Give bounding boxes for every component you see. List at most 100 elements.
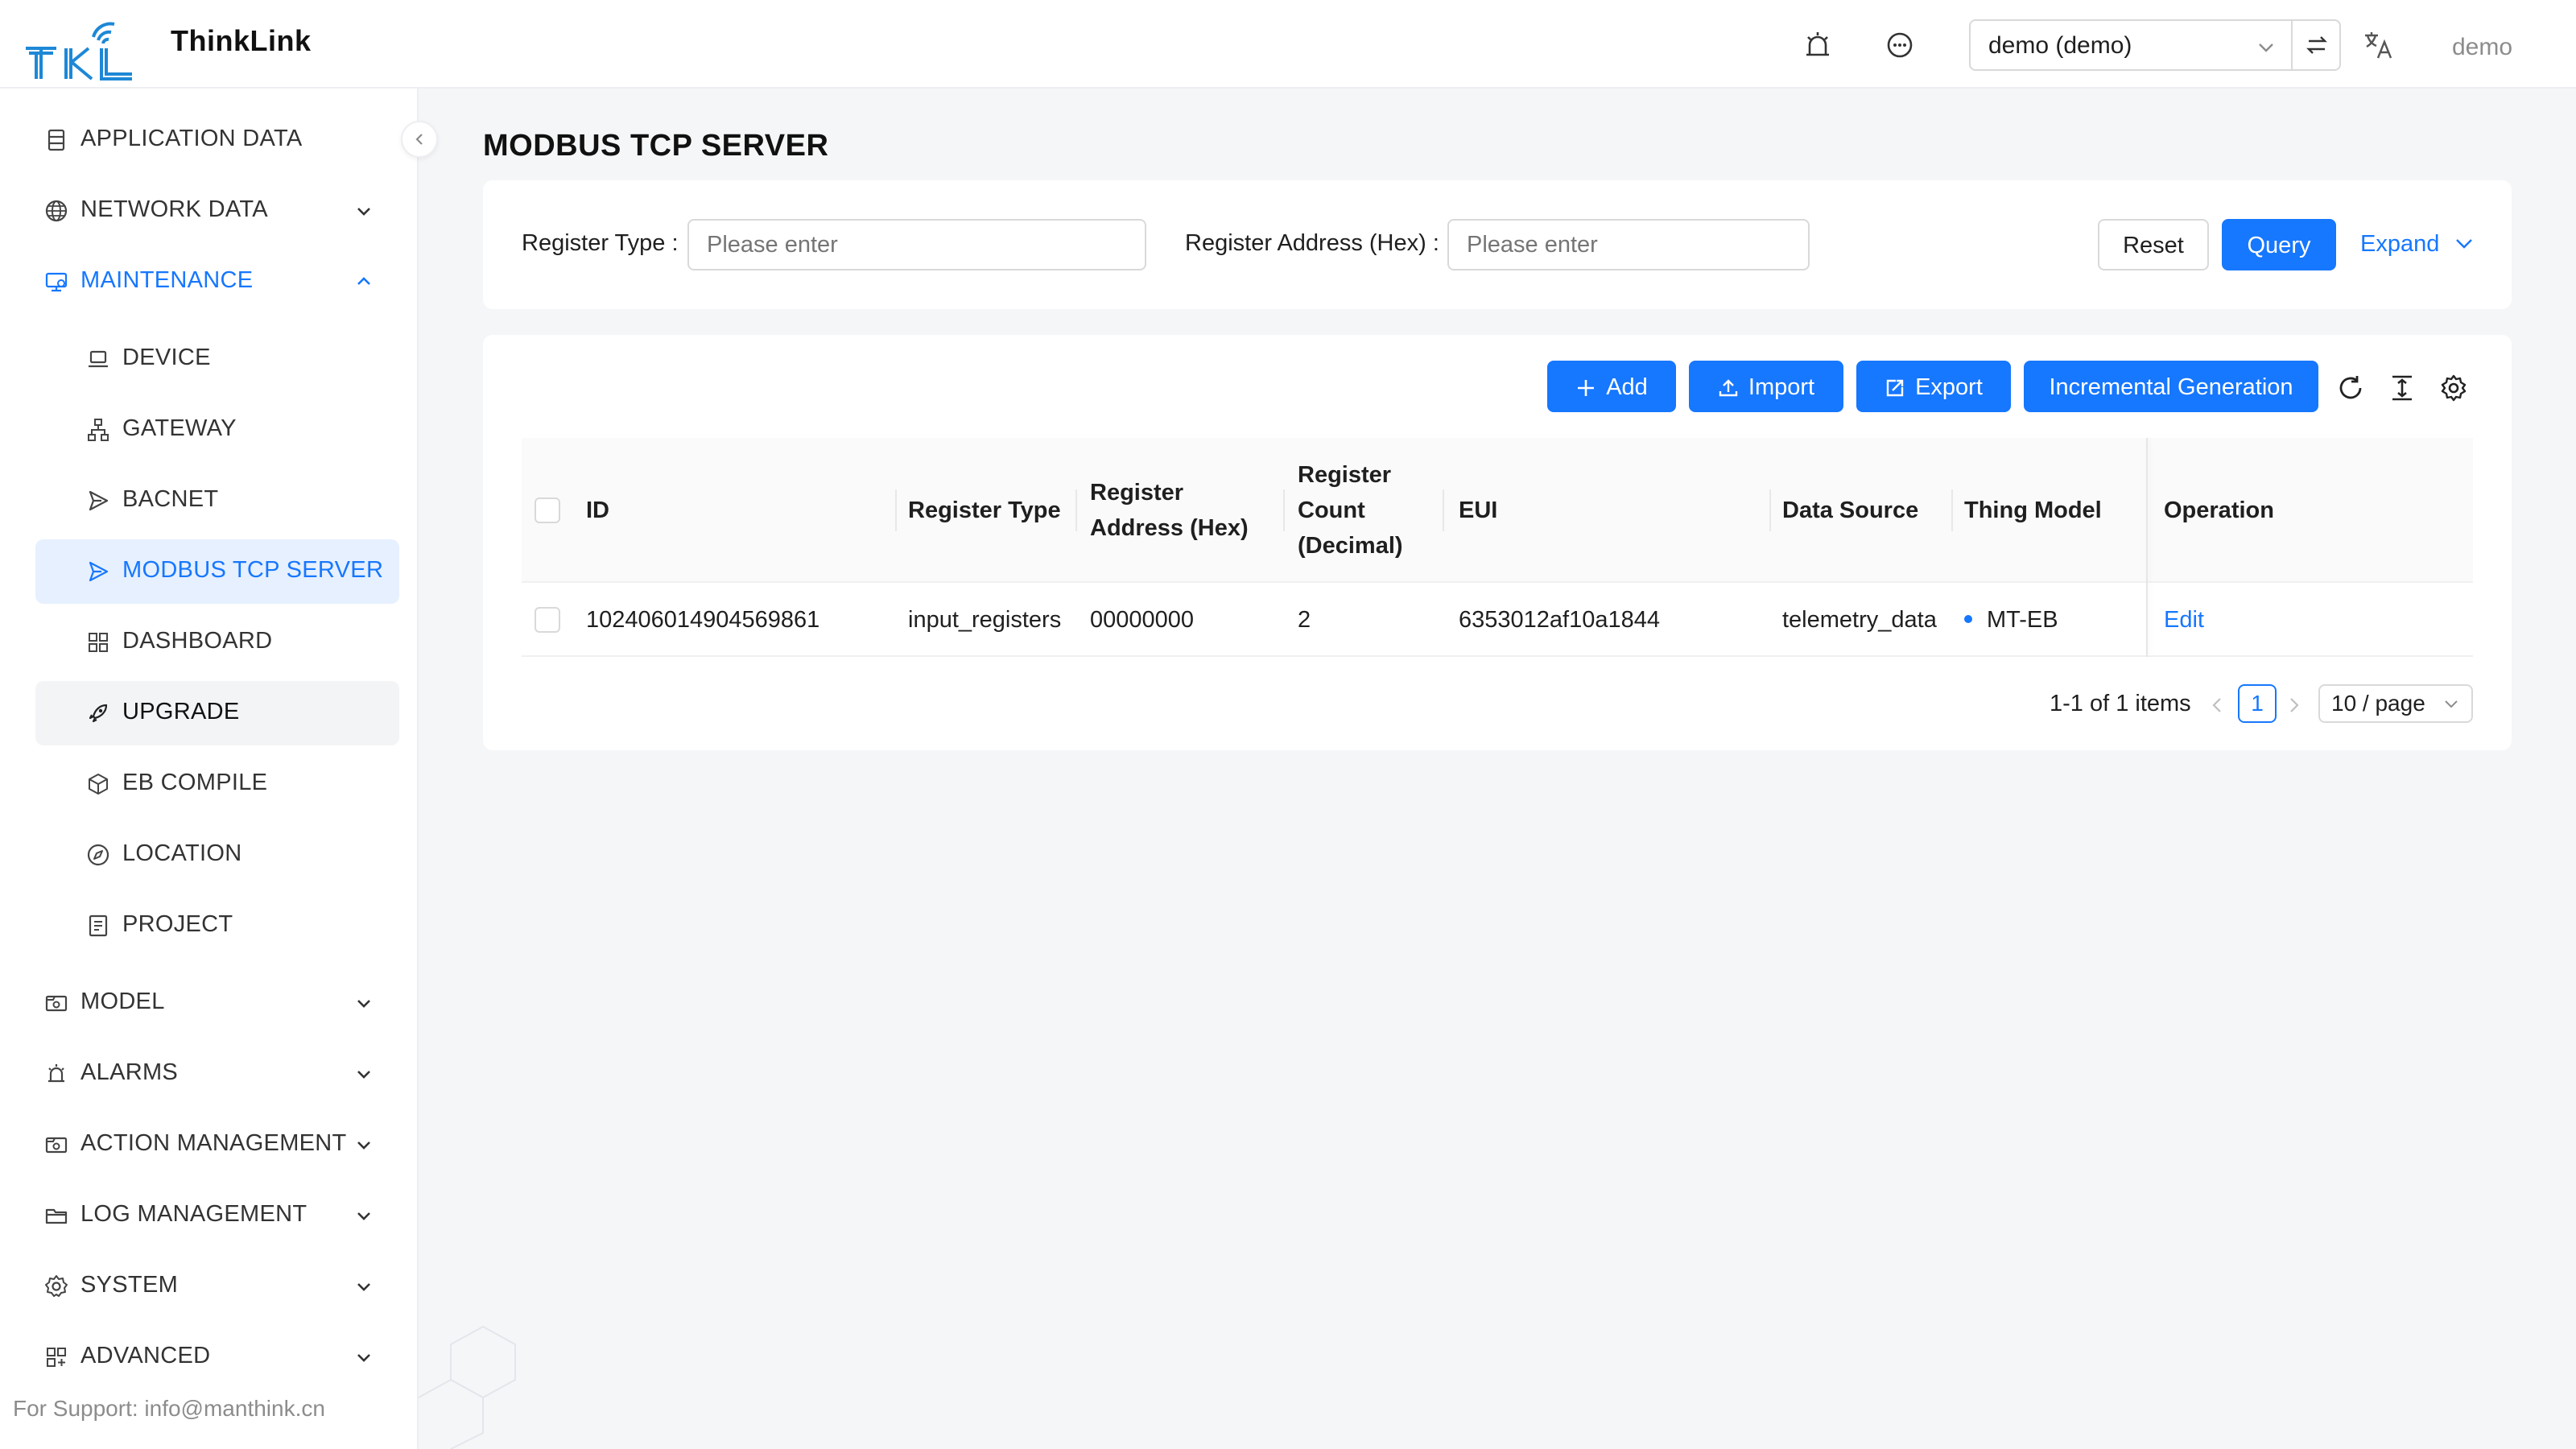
- expand-button[interactable]: Expand: [2360, 219, 2497, 270]
- fixed-column-divider: [2146, 438, 2148, 583]
- switch-tenant-button[interactable]: [2291, 19, 2341, 71]
- sidebar-item-modbus-tcp-server[interactable]: MODBUS TCP SERVER: [35, 539, 399, 604]
- sidebar-item-advanced[interactable]: ADVANCED: [35, 1325, 399, 1389]
- action-icon: [45, 1137, 68, 1154]
- sidebar-item-label: MAINTENANCE: [80, 267, 254, 293]
- chevron-down-icon: [357, 1000, 370, 1008]
- plus-icon: [1578, 380, 1595, 396]
- chevron-down-icon: [357, 208, 370, 216]
- collapse-sidebar-button[interactable]: [401, 121, 438, 158]
- table-row: 102406014904569861 input_registers 00000…: [522, 583, 2473, 657]
- sidebar-item-label: UPGRADE: [122, 699, 240, 724]
- sidebar-item-label: ALARMS: [80, 1059, 179, 1085]
- cell-eui: 6353012af10a1844: [1459, 607, 1660, 633]
- sidebar-item-alarms[interactable]: ALARMS: [35, 1042, 399, 1106]
- sidebar-item-dashboard[interactable]: DASHBOARD: [35, 610, 399, 675]
- prev-page-icon[interactable]: [2206, 694, 2228, 716]
- cell-data-source: telemetry_data: [1782, 607, 1937, 633]
- background-decoration: [419, 1325, 516, 1449]
- cell-register-type: input_registers: [908, 607, 1062, 633]
- sidebar-item-system[interactable]: SYSTEM: [35, 1254, 399, 1319]
- register-type-input[interactable]: [687, 219, 1146, 270]
- column-height-icon[interactable]: [2386, 372, 2418, 404]
- select-all-checkbox[interactable]: [535, 497, 560, 523]
- sidebar-item-log-management[interactable]: LOG MANAGEMENT: [35, 1183, 399, 1248]
- page-title: MODBUS TCP SERVER: [483, 129, 829, 163]
- sidebar-item-project[interactable]: PROJECT: [35, 894, 399, 958]
- column-divider: [895, 489, 897, 531]
- settings-icon[interactable]: [2438, 372, 2470, 404]
- chevron-down-icon: [357, 1354, 370, 1362]
- next-page-icon[interactable]: [2283, 694, 2306, 716]
- query-button[interactable]: Query: [2222, 219, 2336, 270]
- refresh-icon[interactable]: [2334, 372, 2367, 404]
- column-divider: [1075, 489, 1077, 531]
- maintenance-icon: [45, 272, 68, 292]
- register-type-label: Register Type :: [522, 230, 679, 256]
- tenant-select[interactable]: demo (demo): [1969, 19, 2293, 71]
- sidebar-item-upgrade[interactable]: UPGRADE: [35, 681, 399, 745]
- sidebar-item-bacnet[interactable]: BACNET: [35, 469, 399, 533]
- column-header-register-type[interactable]: Register Type: [908, 438, 1077, 583]
- brand-name: ThinkLink: [171, 24, 312, 57]
- chevron-down-icon: [2445, 700, 2458, 708]
- incremental-generation-button[interactable]: Incremental Generation: [2024, 361, 2318, 412]
- import-button[interactable]: Import: [1689, 361, 1843, 412]
- alarm-bell-icon[interactable]: [1800, 27, 1835, 63]
- page-number-button[interactable]: 1: [2238, 684, 2277, 723]
- pagination-total: 1-1 of 1 items: [2050, 691, 2191, 716]
- column-divider: [1283, 489, 1285, 531]
- chevron-down-icon: [357, 1071, 370, 1079]
- sidebar-item-gateway[interactable]: GATEWAY: [35, 398, 399, 462]
- column-divider: [1769, 489, 1771, 531]
- register-address-input[interactable]: [1447, 219, 1810, 270]
- sidebar-item-network-data[interactable]: NETWORK DATA: [35, 179, 399, 243]
- apps-icon: [47, 1348, 66, 1367]
- column-header-register-address[interactable]: Register Address (Hex): [1090, 438, 1267, 583]
- cell-thing-model: MT-EB: [1964, 607, 2058, 634]
- reset-button[interactable]: Reset: [2098, 219, 2209, 270]
- chevron-up-icon: [357, 277, 370, 285]
- cell-id: 102406014904569861: [586, 607, 820, 633]
- sidebar-item-label: ADVANCED: [80, 1343, 211, 1368]
- sidebar-item-device[interactable]: DEVICE: [35, 327, 399, 391]
- message-icon[interactable]: [1882, 27, 1918, 63]
- import-label: Import: [1748, 374, 1815, 400]
- register-address-label: Register Address (Hex) :: [1185, 230, 1439, 256]
- data-table-card: Add Import Export Incremental Generation…: [483, 335, 2512, 750]
- sidebar-item-location[interactable]: LOCATION: [35, 823, 399, 887]
- user-name[interactable]: demo: [2452, 34, 2512, 61]
- row-checkbox[interactable]: [535, 607, 560, 633]
- export-label: Export: [1915, 374, 1983, 400]
- edit-link[interactable]: Edit: [2164, 607, 2204, 634]
- alarm-icon: [48, 1064, 64, 1083]
- column-header-register-count[interactable]: Register Count (Decimal): [1298, 438, 1443, 583]
- thinklink-logo[interactable]: [24, 13, 147, 80]
- sidebar-item-maintenance[interactable]: MAINTENANCE: [35, 250, 399, 314]
- sidebar-item-eb-compile[interactable]: EB COMPILE: [35, 752, 399, 816]
- cell-register-address: 00000000: [1090, 607, 1195, 633]
- column-header-eui[interactable]: EUI: [1459, 438, 1748, 583]
- status-dot: [1964, 615, 1972, 623]
- sidebar-item-label: EB COMPILE: [122, 770, 268, 795]
- column-header-operation: Operation: [2164, 497, 2274, 523]
- sidebar-item-label: GATEWAY: [122, 415, 237, 441]
- add-button[interactable]: Add: [1547, 361, 1676, 412]
- sidebar-item-model[interactable]: MODEL: [35, 971, 399, 1035]
- sidebar-item-label: MODBUS TCP SERVER: [122, 557, 384, 583]
- column-header-id[interactable]: ID: [586, 438, 876, 583]
- dashboard-icon: [89, 633, 108, 652]
- fixed-column-divider: [2146, 583, 2148, 657]
- cell-register-count: 2: [1298, 607, 1311, 633]
- column-header-data-source[interactable]: Data Source: [1782, 438, 1943, 583]
- thing-model-value: MT-EB: [1987, 607, 2058, 633]
- sidebar-item-action-management[interactable]: ACTION MANAGEMENT: [35, 1113, 399, 1177]
- search-form: Register Type : Register Address (Hex) :…: [483, 180, 2512, 309]
- sidebar-item-application-data[interactable]: APPLICATION DATA: [35, 108, 399, 172]
- column-header-thing-model[interactable]: Thing Model: [1964, 438, 2141, 583]
- table-header: ID Register Type Register Address (Hex) …: [522, 438, 2473, 583]
- export-button[interactable]: Export: [1856, 361, 2011, 412]
- page-size-select[interactable]: 10 / page: [2318, 684, 2473, 723]
- top-header: ThinkLink demo (demo) demo: [0, 0, 2576, 89]
- translate-icon[interactable]: [2362, 29, 2394, 61]
